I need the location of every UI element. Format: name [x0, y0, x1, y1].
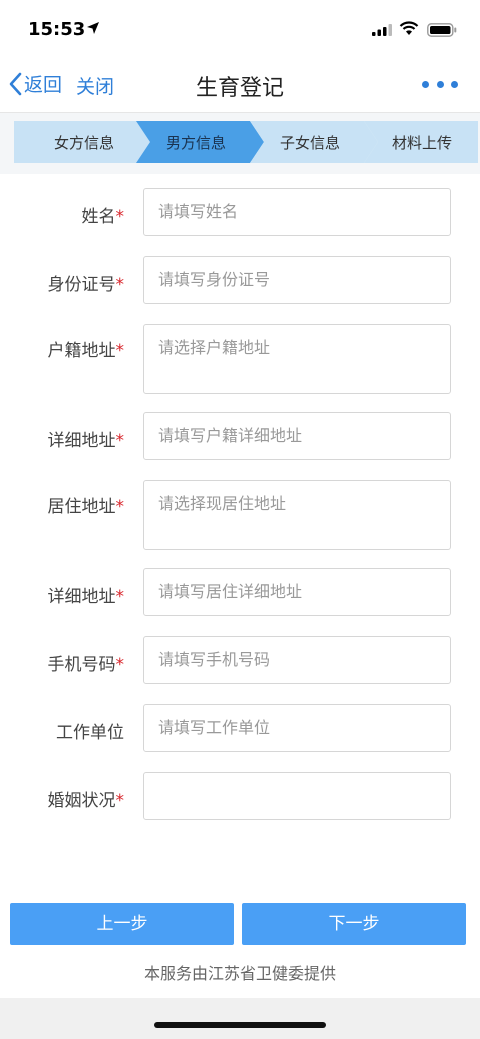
more-dot-icon [422, 80, 429, 88]
chevron-left-icon [9, 72, 22, 95]
wifi-icon [399, 21, 419, 35]
close-button[interactable]: 关闭 [76, 72, 114, 99]
step-label: 材料上传 [392, 134, 453, 152]
required-mark: * [115, 497, 125, 517]
battery-icon [427, 23, 457, 37]
navigation-bar: 返回 关闭 生育登记 [0, 56, 480, 112]
status-bar: 15:53 [0, 0, 480, 56]
field-label: 详细地址* [47, 431, 125, 451]
footer: 上一步 下一步 本服务由江苏省卫健委提供 [0, 880, 480, 998]
marital-status-select[interactable] [143, 772, 451, 820]
name-input[interactable]: 请填写姓名 [143, 188, 451, 236]
more-dot-icon [436, 80, 444, 88]
household-address-select[interactable]: 请选择户籍地址 [143, 324, 451, 394]
field-label: 姓名* [81, 207, 125, 227]
more-dot-icon [451, 80, 458, 88]
step-label: 男方信息 [166, 134, 227, 152]
field-label: 工作单位 [56, 723, 124, 743]
field-label: 户籍地址* [47, 341, 125, 361]
home-indicator-area [0, 998, 480, 1039]
residence-detail-input[interactable]: 请填写居住详细地址 [143, 568, 451, 616]
residence-address-select[interactable]: 请选择现居住地址 [143, 480, 451, 550]
required-mark: * [115, 431, 125, 451]
back-button[interactable]: 返回 [8, 70, 62, 97]
field-label: 身份证号* [47, 275, 125, 295]
field-label: 详细地址* [47, 587, 125, 607]
field-label: 婚姻状况* [47, 791, 125, 811]
id-number-input[interactable]: 请填写身份证号 [143, 256, 451, 304]
home-indicator[interactable] [154, 1022, 326, 1028]
page-title: 生育登记 [195, 76, 284, 101]
step-indicator-bar: 女方信息 男方信息 子女信息 材料上传 [0, 112, 480, 174]
required-mark: * [115, 655, 125, 675]
workplace-input[interactable]: 请填写工作单位 [143, 704, 451, 752]
household-detail-input[interactable]: 请填写户籍详细地址 [143, 412, 451, 460]
required-mark: * [115, 341, 125, 361]
step-label: 女方信息 [54, 134, 115, 152]
required-mark: * [115, 207, 125, 227]
next-step-button[interactable]: 下一步 [242, 903, 466, 945]
step-label: 子女信息 [280, 134, 341, 152]
step-indicator: 女方信息 男方信息 子女信息 材料上传 [14, 121, 478, 163]
field-label: 居住地址* [47, 497, 125, 517]
more-options-button[interactable] [422, 76, 458, 92]
cellular-signal-icon [372, 24, 392, 36]
previous-step-button[interactable]: 上一步 [10, 903, 234, 945]
status-time: 15:53 [28, 19, 86, 40]
back-label: 返回 [24, 74, 63, 96]
required-mark: * [115, 587, 125, 607]
required-mark: * [115, 275, 125, 295]
required-mark: * [115, 791, 125, 811]
service-provider-note: 本服务由江苏省卫健委提供 [143, 964, 336, 983]
phone-input[interactable]: 请填写手机号码 [143, 636, 451, 684]
location-arrow-icon [87, 22, 99, 34]
field-label: 手机号码* [47, 655, 125, 675]
